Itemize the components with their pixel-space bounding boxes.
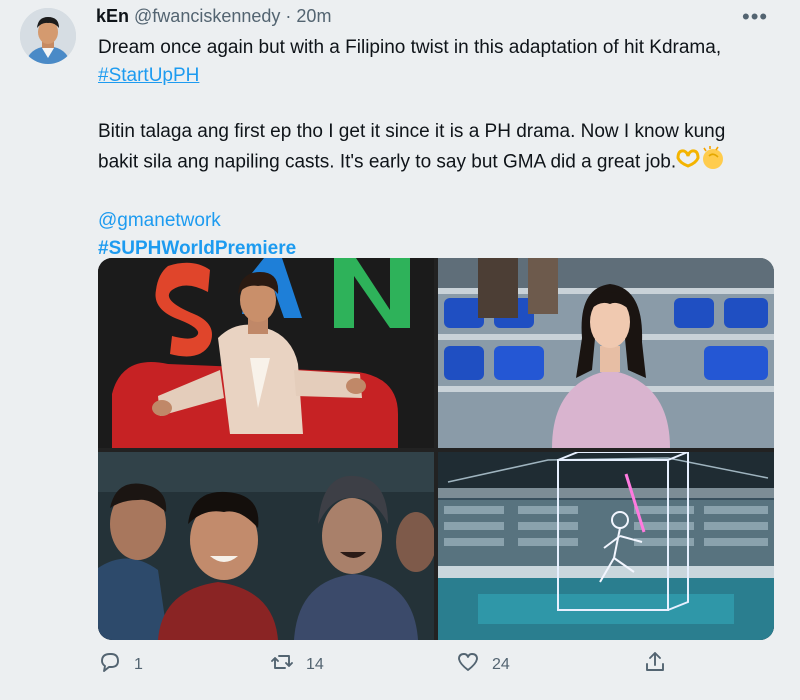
retweet-count: 14 xyxy=(306,655,324,673)
tweet-paragraph-2: Bitin talaga ang first ep tho I get it s… xyxy=(98,118,788,179)
heart-icon xyxy=(456,650,480,679)
more-options-button[interactable]: ••• xyxy=(742,4,768,30)
tweet-text-line-2a: Bitin talaga ang first ep tho I get it s… xyxy=(98,121,726,142)
tweet-paragraph-3: @gmanetwork #SUPHWorldPremiere xyxy=(98,207,788,263)
like-button[interactable]: 24 xyxy=(456,650,510,679)
media-grid xyxy=(98,258,774,640)
reply-count: 1 xyxy=(134,655,143,673)
hashtag-link-suphworldpremiere[interactable]: #SUPHWorldPremiere xyxy=(98,238,296,259)
more-horizontal-icon: ••• xyxy=(742,4,769,29)
hashtag-link-startupph[interactable]: #StartUpPH xyxy=(98,65,199,86)
mention-link-gmanetwork[interactable]: @gmanetwork xyxy=(98,210,221,231)
like-count: 24 xyxy=(492,655,510,673)
tweet-text-line-2b: bakit sila ang napiling casts. It's earl… xyxy=(98,151,677,173)
tweet-action-bar: 1 14 24 xyxy=(98,650,688,686)
display-name[interactable]: kEn xyxy=(96,6,129,26)
photo-smiling-crowd[interactable] xyxy=(98,452,434,640)
reply-button[interactable]: 1 xyxy=(98,650,143,679)
clapping-hands-emoji-icon xyxy=(700,146,726,179)
tweet-text-line-1: Dream once again but with a Filipino twi… xyxy=(98,37,722,58)
share-button[interactable] xyxy=(643,650,667,679)
share-icon xyxy=(643,650,667,679)
avatar-image xyxy=(20,8,76,64)
user-handle[interactable]: @fwanciskennedy xyxy=(134,6,280,26)
tweet-text: Dream once again but with a Filipino twi… xyxy=(98,34,788,263)
photo-stadium-hologram[interactable] xyxy=(438,452,774,640)
separator-dot: · xyxy=(285,6,292,26)
retweet-button[interactable]: 14 xyxy=(270,650,324,679)
tweet-timestamp[interactable]: 20m xyxy=(296,6,331,26)
avatar[interactable] xyxy=(20,8,76,64)
retweet-icon xyxy=(270,650,294,679)
photo-man-in-red-chair[interactable] xyxy=(98,258,434,448)
heart-hands-emoji-icon xyxy=(676,148,700,177)
photo-woman-in-stadium-seats[interactable] xyxy=(438,258,774,448)
tweet-paragraph-1: Dream once again but with a Filipino twi… xyxy=(98,34,788,90)
reply-icon xyxy=(98,650,122,679)
tweet-header: kEn @fwanciskennedy · 20m xyxy=(96,6,331,27)
